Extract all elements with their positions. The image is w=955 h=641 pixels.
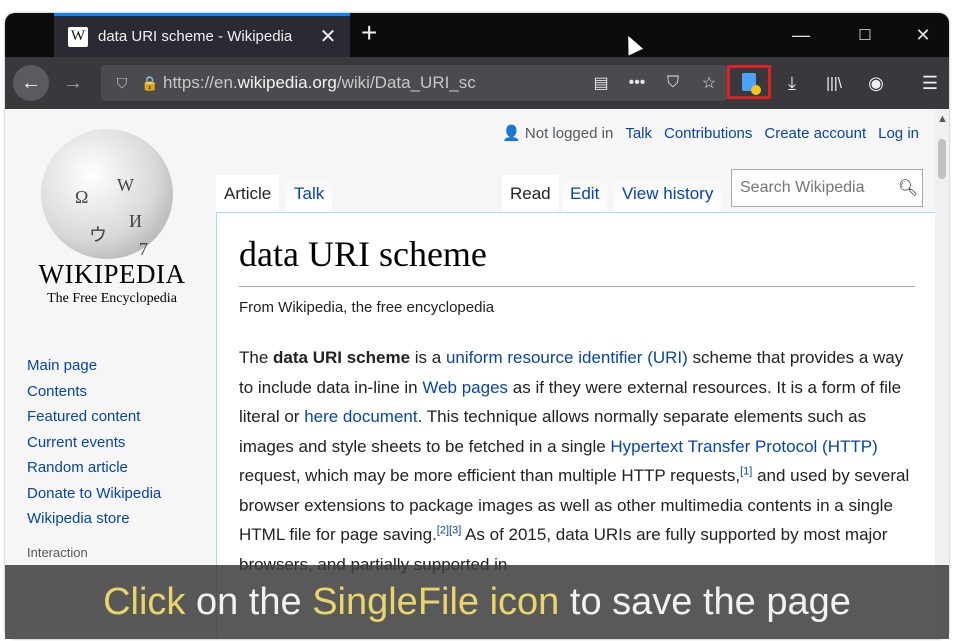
bold-term: data URI scheme bbox=[273, 348, 411, 367]
log-in-link[interactable]: Log in bbox=[878, 125, 919, 142]
talk-link[interactable]: Talk bbox=[625, 125, 652, 142]
contributions-link[interactable]: Contributions bbox=[664, 125, 752, 142]
video-caption: Click on the SingleFile icon to save the… bbox=[5, 565, 949, 639]
globe-glyph: 7 bbox=[139, 239, 148, 259]
navigation-toolbar: ← → ⛉ 🔒 https://en.wikipedia.org/wiki/Da… bbox=[5, 57, 949, 109]
reader-view-icon[interactable]: ▤ bbox=[583, 73, 619, 93]
globe-glyph: Ω bbox=[75, 187, 89, 207]
not-logged-in-status: 👤 Not logged in bbox=[502, 125, 614, 142]
singlefile-icon bbox=[742, 73, 761, 95]
tab-article[interactable]: Article bbox=[216, 175, 280, 213]
lock-icon[interactable]: 🔒 bbox=[137, 75, 163, 92]
tracking-protection-icon[interactable]: ⛉ bbox=[107, 75, 137, 92]
url-text[interactable]: https://en.wikipedia.org/wiki/Data_URI_s… bbox=[163, 73, 583, 93]
globe-glyph: И bbox=[129, 211, 142, 231]
link-web-pages[interactable]: Web pages bbox=[422, 378, 508, 397]
personal-tools: 👤 Not logged in Talk Contributions Creat… bbox=[502, 124, 919, 143]
account-icon[interactable]: ◉ bbox=[859, 67, 893, 99]
tab-title: data URI scheme - Wikipedia bbox=[98, 28, 293, 45]
caption-text: to save the page bbox=[559, 580, 851, 623]
sidebar-section-interaction: Interaction bbox=[27, 544, 88, 560]
tab-talk[interactable]: Talk bbox=[286, 175, 333, 213]
article-paragraph: The data URI scheme is a uniform resourc… bbox=[239, 348, 910, 574]
library-icon[interactable]: |||\ bbox=[817, 67, 851, 99]
scrollbar-thumb[interactable] bbox=[938, 139, 946, 179]
back-button[interactable]: ← bbox=[13, 65, 49, 101]
user-icon: 👤 bbox=[502, 125, 521, 142]
sidebar-item-store[interactable]: Wikipedia store bbox=[27, 509, 161, 535]
link-http[interactable]: Hypertext Transfer Protocol (HTTP) bbox=[610, 437, 877, 456]
tab-view-history[interactable]: View history bbox=[614, 175, 722, 213]
minimize-button[interactable]: — bbox=[773, 13, 829, 57]
sidebar-item-random-article[interactable]: Random article bbox=[27, 458, 161, 484]
caption-text: on the bbox=[185, 580, 313, 623]
pocket-icon[interactable]: ⛉ bbox=[655, 74, 691, 92]
create-account-link[interactable]: Create account bbox=[764, 125, 866, 142]
wikipedia-wordmark[interactable]: WIKIPEDIA bbox=[27, 259, 197, 290]
app-menu-icon[interactable]: ☰ bbox=[913, 67, 947, 99]
wikipedia-tagline: The Free Encyclopedia bbox=[47, 291, 177, 306]
caption-highlight: SingleFile icon bbox=[312, 580, 560, 623]
page-scrollbar[interactable]: ▲ bbox=[935, 109, 949, 639]
tab-wikipedia[interactable]: W data URI scheme - Wikipedia ✕ bbox=[54, 13, 350, 57]
downloads-icon[interactable]: ⤓ bbox=[775, 67, 809, 99]
globe-glyph: W bbox=[117, 175, 134, 195]
link-here-document[interactable]: here document bbox=[304, 407, 417, 426]
wikipedia-globe-logo[interactable]: Ω W И ウ 7 bbox=[41, 129, 173, 259]
forward-button[interactable]: → bbox=[57, 67, 89, 99]
singlefile-extension-button[interactable] bbox=[727, 65, 771, 99]
sidebar-item-featured-content[interactable]: Featured content bbox=[27, 407, 161, 433]
page-title: data URI scheme bbox=[239, 234, 487, 274]
reference-2-3[interactable]: [2][3] bbox=[437, 524, 461, 536]
new-tab-button[interactable]: + bbox=[361, 19, 377, 47]
wikipedia-favicon-icon: W bbox=[68, 26, 88, 47]
address-bar[interactable]: ⛉ 🔒 https://en.wikipedia.org/wiki/Data_U… bbox=[101, 65, 727, 101]
caption-highlight: Click bbox=[103, 580, 186, 623]
maximize-button[interactable]: ☐ bbox=[837, 13, 893, 57]
wikipedia-search: 🔍︎ bbox=[731, 169, 923, 207]
search-icon[interactable]: 🔍︎ bbox=[894, 178, 922, 198]
sidebar-item-donate[interactable]: Donate to Wikipedia bbox=[27, 484, 161, 510]
close-window-button[interactable]: ✕ bbox=[895, 13, 949, 57]
sidebar-navigation: Main page Contents Featured content Curr… bbox=[27, 356, 161, 560]
sidebar-item-contents[interactable]: Contents bbox=[27, 382, 161, 408]
browser-window: W data URI scheme - Wikipedia ✕ + — ☐ ✕ … bbox=[5, 13, 949, 639]
mouse-cursor-icon bbox=[620, 32, 644, 56]
tab-edit[interactable]: Edit bbox=[562, 175, 608, 213]
bookmark-star-icon[interactable]: ☆ bbox=[691, 73, 727, 93]
reference-1[interactable]: [1] bbox=[740, 465, 752, 477]
sidebar-item-current-events[interactable]: Current events bbox=[27, 433, 161, 459]
globe-glyph: ウ bbox=[89, 225, 107, 245]
scroll-up-icon[interactable]: ▲ bbox=[937, 113, 948, 125]
page-content: Ω W И ウ 7 WIKIPEDIA The Free Encyclopedi… bbox=[5, 109, 935, 639]
sidebar-item-main-page[interactable]: Main page bbox=[27, 356, 161, 382]
link-uri[interactable]: uniform resource identifier (URI) bbox=[446, 348, 688, 367]
tab-close-icon[interactable]: ✕ bbox=[314, 24, 342, 49]
page-actions-more-icon[interactable]: ••• bbox=[619, 74, 655, 92]
title-divider bbox=[239, 286, 915, 287]
tab-read[interactable]: Read bbox=[502, 175, 559, 213]
tab-strip: W data URI scheme - Wikipedia ✕ + — ☐ ✕ bbox=[5, 13, 949, 57]
article-subtitle: From Wikipedia, the free encyclopedia bbox=[239, 299, 495, 316]
search-input[interactable] bbox=[732, 178, 894, 198]
